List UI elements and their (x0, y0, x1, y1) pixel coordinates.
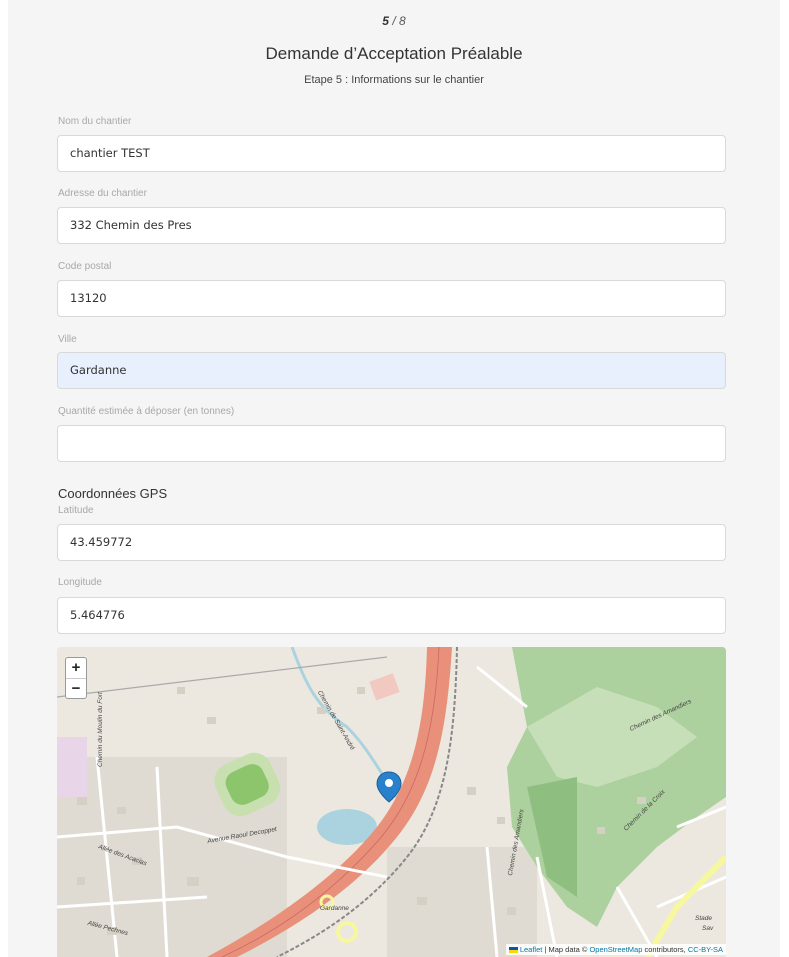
location-map[interactable]: Chemin du Moulin du Fort Allée des Acaci… (57, 647, 726, 957)
longitude-label: Longitude (58, 577, 102, 588)
latitude-label: Latitude (58, 505, 94, 516)
map-label-sav: Sav (702, 925, 714, 932)
attrib-sep: | Map data © (542, 945, 590, 954)
latitude-input[interactable]: 43.459772 (57, 524, 726, 561)
quantite-input[interactable] (57, 425, 726, 462)
gps-section-title: Coordonnées GPS (58, 486, 168, 501)
ville-label: Ville (58, 334, 77, 345)
zoom-in-button[interactable]: + (66, 658, 86, 678)
map-tiles (57, 647, 726, 957)
step-total: 8 (399, 14, 406, 28)
step-indicator: 5 / 8 (382, 14, 406, 28)
license-link[interactable]: CC-BY-SA (688, 945, 723, 954)
map-attribution: Leaflet | Map data © OpenStreetMap contr… (505, 944, 726, 955)
step-current: 5 (382, 14, 389, 28)
longitude-input[interactable]: 5.464776 (57, 597, 726, 634)
ville-input[interactable]: Gardanne (57, 352, 726, 389)
leaflet-link[interactable]: Leaflet (520, 945, 543, 954)
adresse-label: Adresse du chantier (58, 188, 147, 199)
zoom-control: + − (65, 657, 87, 699)
ukraine-flag-icon (508, 947, 518, 954)
nom-label: Nom du chantier (58, 116, 132, 127)
code-postal-input[interactable]: 13120 (57, 280, 726, 317)
page-subtitle: Etape 5 : Informations sur le chantier (304, 74, 484, 86)
attrib-contrib: contributors, (642, 945, 688, 954)
quantite-label: Quantité estimée à déposer (en tonnes) (58, 406, 235, 417)
map-label-stade: Stade (695, 915, 712, 922)
code-postal-label: Code postal (58, 261, 112, 272)
nom-chantier-input[interactable]: chantier TEST (57, 135, 726, 172)
adresse-input[interactable]: 332 Chemin des Pres (57, 207, 726, 244)
osm-link[interactable]: OpenStreetMap (589, 945, 642, 954)
zoom-out-button[interactable]: − (66, 678, 86, 698)
map-label-gardanne: Gardanne (320, 905, 349, 912)
page-title: Demande d’Acceptation Préalable (265, 44, 523, 63)
map-label-moulin: Chemin du Moulin du Fort (97, 692, 104, 767)
form-panel: 5 / 8 Demande d’Acceptation Préalable Et… (8, 0, 780, 957)
